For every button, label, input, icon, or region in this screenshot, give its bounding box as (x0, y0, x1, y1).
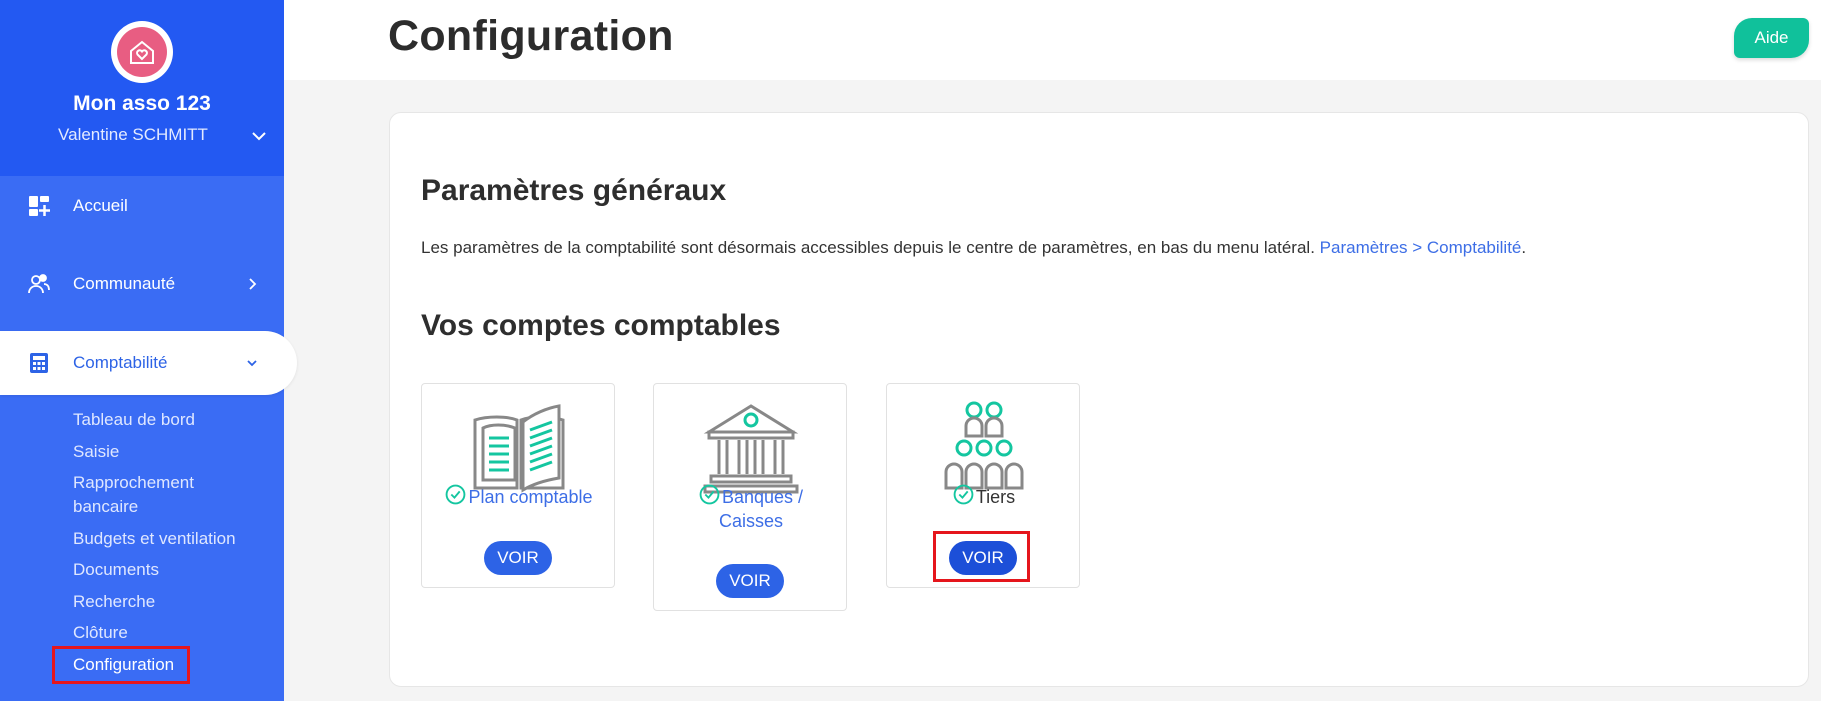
sidebar: Mon asso 123 Valentine SCHMITT Accueil C… (0, 0, 297, 701)
info-text: Les paramètres de la comptabilité sont d… (421, 238, 1526, 258)
sub-item-recherche[interactable]: Recherche (73, 590, 155, 614)
sub-item-rapprochement[interactable]: Rapprochement (73, 471, 194, 495)
nav-label-accueil: Accueil (73, 196, 128, 215)
user-name[interactable]: Valentine SCHMITT (0, 125, 284, 145)
tile-label-caisses[interactable]: Caisses (719, 511, 783, 531)
tile-label-plan-comptable[interactable]: Plan comptable (468, 487, 592, 507)
house-heart-icon (117, 27, 167, 77)
dashboard-icon (29, 196, 50, 216)
org-logo[interactable] (111, 21, 173, 83)
highlight-box-configuration (52, 646, 190, 684)
tile-label-banques[interactable]: Banques / (722, 487, 803, 507)
tile-banques-caisses: Banques / Caisses VOIR (653, 383, 847, 611)
info-text-end: . (1521, 238, 1527, 257)
nav-label-comptabilite: Comptabilité (73, 353, 168, 372)
calculator-icon (30, 353, 48, 373)
check-circle-icon (953, 484, 974, 505)
info-text-body: Les paramètres de la comptabilité sont d… (421, 238, 1320, 257)
chevron-down-icon (247, 360, 257, 367)
community-icon (28, 274, 50, 294)
tile-label-tiers[interactable]: Tiers (976, 487, 1015, 507)
sub-item-documents[interactable]: Documents (73, 558, 159, 582)
sub-item-tableau-de-bord[interactable]: Tableau de bord (73, 408, 195, 432)
sub-item-budgets[interactable]: Budgets et ventilation (73, 527, 236, 551)
tile-caption-banques-caisses: Banques / Caisses (654, 484, 848, 533)
check-circle-icon (446, 484, 466, 505)
voir-button-banques-caisses[interactable]: VOIR (716, 564, 784, 598)
page-title: Configuration (388, 12, 674, 60)
settings-accounting-link[interactable]: Paramètres > Comptabilité (1320, 238, 1522, 257)
chevron-right-icon (249, 278, 257, 290)
tile-plan-comptable: Plan comptable VOIR (421, 383, 615, 588)
highlight-box-tiers-voir (933, 531, 1030, 582)
sub-item-rapprochement-line2[interactable]: bancaire (73, 495, 138, 519)
org-name: Mon asso 123 (73, 92, 211, 115)
voir-button-plan-comptable[interactable]: VOIR (484, 541, 552, 575)
chevron-down-icon[interactable] (250, 127, 268, 145)
nav-item-communaute[interactable]: Communauté (0, 252, 284, 316)
sub-item-saisie[interactable]: Saisie (73, 440, 119, 464)
general-settings-title: Paramètres généraux (421, 174, 727, 207)
help-button[interactable]: Aide (1734, 18, 1809, 58)
check-circle-icon (699, 484, 720, 505)
tile-caption-tiers: Tiers (887, 484, 1081, 509)
nav-item-accueil[interactable]: Accueil (0, 174, 284, 238)
nav-label-communaute: Communauté (73, 274, 176, 293)
nav-item-comptabilite[interactable]: Comptabilité (0, 331, 297, 395)
sub-item-cloture[interactable]: Clôture (73, 621, 128, 645)
sidebar-header: Mon asso 123 Valentine SCHMITT (0, 0, 284, 176)
tile-caption-plan-comptable: Plan comptable (422, 484, 616, 509)
accounts-title: Vos comptes comptables (421, 309, 781, 342)
